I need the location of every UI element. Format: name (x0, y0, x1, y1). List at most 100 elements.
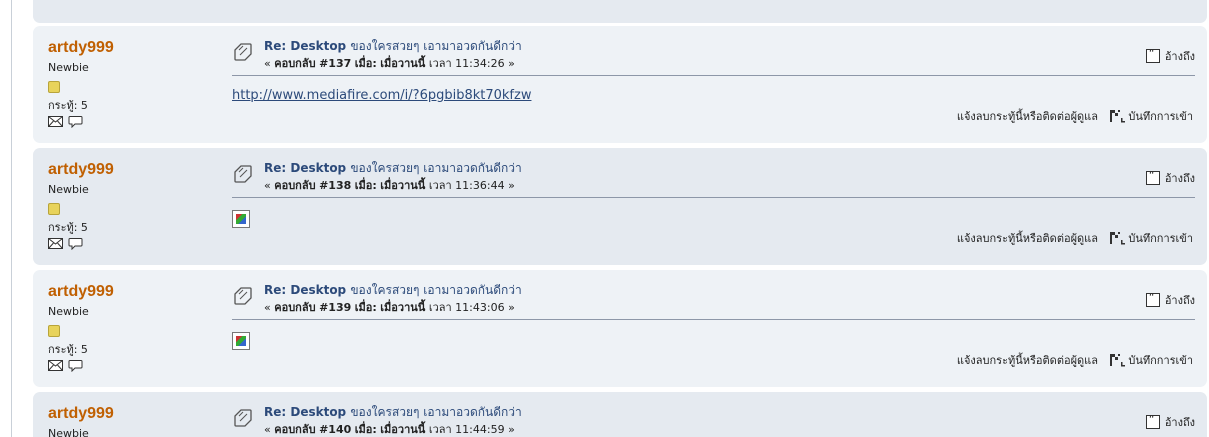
quote-icon (1145, 291, 1160, 307)
subject-en: Re: Desktop (264, 283, 347, 297)
when-label: เมื่อ: (354, 301, 377, 314)
post-meta: « คอบกลับ #138 เมื่อ: เมื่อวานนี้ เวลา 1… (264, 179, 515, 192)
time-prefix: เวลา (428, 179, 452, 192)
post-meta: « คอบกลับ #139 เมื่อ: เมื่อวานนี้ เวลา 1… (264, 301, 515, 314)
post-meta: « คอบกลับ #140 เมื่อ: เมื่อวานนี้ เวลา 1… (264, 423, 515, 436)
forum-post: artdy999 Newbie กระทู้: 5 Re: Desktop ขอ… (33, 148, 1207, 265)
when-label: เมื่อ: (354, 57, 377, 70)
poster-post-count: กระทู้: 5 (48, 99, 88, 112)
rank-star-icon (48, 325, 60, 337)
quote-label: อ้างถึง (1164, 50, 1195, 63)
reply-number[interactable]: #137 (319, 57, 351, 70)
rank-star-icon (48, 203, 60, 215)
when-label: เมื่อ: (354, 179, 377, 192)
post-time: 11:36:44 (455, 179, 505, 192)
previous-post-tail (33, 0, 1207, 23)
quote-label: อ้างถึง (1164, 172, 1195, 185)
poster-post-count: กระทู้: 5 (48, 343, 88, 356)
poster-info: artdy999 Newbie (48, 404, 198, 437)
ip-log-icon (1110, 110, 1126, 123)
post-time: 11:34:26 (455, 57, 505, 70)
ip-log-icon (1110, 232, 1126, 245)
rank-star-icon (48, 81, 60, 93)
broken-image-icon[interactable] (232, 332, 250, 350)
subject-th: ของใครสวยๆ เอามาอวดกันดีกว่า (350, 39, 522, 53)
subject-th: ของใครสวยๆ เอามาอวดกันดีกว่า (350, 283, 522, 297)
logged-ip-label: บันทึกการเข้า (1128, 110, 1193, 123)
reply-label: คอบกลับ (274, 301, 316, 314)
topic-xx-icon (234, 409, 252, 427)
left-border (11, 0, 12, 437)
reply-number[interactable]: #138 (319, 179, 351, 192)
post-body-link[interactable]: http://www.mediafire.com/i/?6pgbib8kt70k… (232, 88, 531, 103)
logged-ip-label: บันทึกการเข้า (1128, 232, 1193, 245)
quote-icon (1145, 413, 1160, 429)
post-divider (232, 197, 1195, 198)
reply-label: คอบกลับ (274, 179, 316, 192)
quote-button[interactable]: อ้างถึง (1145, 47, 1195, 65)
logged-ip[interactable]: บันทึกการเข้า (1109, 229, 1193, 247)
reply-label: คอบกลับ (274, 423, 316, 436)
when-value: เมื่อวานนี้ (380, 57, 426, 70)
subject-en: Re: Desktop (264, 161, 347, 175)
poster-rank: Newbie (48, 61, 89, 74)
poster-post-count: กระทู้: 5 (48, 221, 88, 234)
quote-icon (1145, 169, 1160, 185)
personal-message-icon[interactable] (68, 237, 83, 250)
quote-label: อ้างถึง (1164, 294, 1195, 307)
poster-rank: Newbie (48, 427, 89, 437)
report-to-moderator-link[interactable]: แจ้งลบกระทู้นี้หรือติดต่อผู้ดูแล (957, 229, 1098, 247)
email-icon[interactable] (48, 359, 63, 372)
poster-contact-icons (48, 237, 198, 250)
post-divider (232, 319, 1195, 320)
subject-en: Re: Desktop (264, 39, 347, 53)
quote-label: อ้างถึง (1164, 416, 1195, 429)
forum-post: artdy999 Newbie กระทู้: 5 Re: Desktop ขอ… (33, 270, 1207, 387)
poster-rank: Newbie (48, 183, 89, 196)
post-meta: « คอบกลับ #137 เมื่อ: เมื่อวานนี้ เวลา 1… (264, 57, 515, 70)
subject-th: ของใครสวยๆ เอามาอวดกันดีกว่า (350, 161, 522, 175)
time-prefix: เวลา (428, 301, 452, 314)
poster-contact-icons (48, 115, 198, 128)
poster-info: artdy999 Newbie กระทู้: 5 (48, 38, 198, 128)
ip-log-icon (1110, 354, 1126, 367)
when-value: เมื่อวานนี้ (380, 301, 426, 314)
poster-name[interactable]: artdy999 (48, 160, 198, 179)
logged-ip-label: บันทึกการเข้า (1128, 354, 1193, 367)
forum-thread: artdy999 Newbie กระทู้: 5 Re: Desktop ขอ… (0, 0, 1209, 437)
reply-number[interactable]: #140 (319, 423, 351, 436)
poster-name[interactable]: artdy999 (48, 282, 198, 301)
time-prefix: เวลา (428, 57, 452, 70)
topic-xx-icon (234, 287, 252, 305)
forum-post: artdy999 Newbie Re: Desktop ของใครสวยๆ เ… (33, 392, 1207, 437)
quote-icon (1145, 47, 1160, 63)
quote-button[interactable]: อ้างถึง (1145, 413, 1195, 431)
post-time: 11:43:06 (455, 301, 505, 314)
time-prefix: เวลา (428, 423, 452, 436)
report-to-moderator-link[interactable]: แจ้งลบกระทู้นี้หรือติดต่อผู้ดูแล (957, 351, 1098, 369)
broken-image-icon[interactable] (232, 210, 250, 228)
personal-message-icon[interactable] (68, 359, 83, 372)
poster-info: artdy999 Newbie กระทู้: 5 (48, 160, 198, 250)
personal-message-icon[interactable] (68, 115, 83, 128)
poster-name[interactable]: artdy999 (48, 404, 198, 423)
when-label: เมื่อ: (354, 423, 377, 436)
when-value: เมื่อวานนี้ (380, 423, 426, 436)
logged-ip[interactable]: บันทึกการเข้า (1109, 351, 1193, 369)
topic-xx-icon (234, 165, 252, 183)
reply-number[interactable]: #139 (319, 301, 351, 314)
poster-contact-icons (48, 359, 198, 372)
logged-ip[interactable]: บันทึกการเข้า (1109, 107, 1193, 125)
report-to-moderator-link[interactable]: แจ้งลบกระทู้นี้หรือติดต่อผู้ดูแล (957, 107, 1098, 125)
forum-post: artdy999 Newbie กระทู้: 5 Re: Desktop ขอ… (33, 26, 1207, 143)
subject-en: Re: Desktop (264, 405, 347, 419)
email-icon[interactable] (48, 115, 63, 128)
quote-button[interactable]: อ้างถึง (1145, 291, 1195, 309)
topic-xx-icon (234, 43, 252, 61)
when-value: เมื่อวานนี้ (380, 179, 426, 192)
quote-button[interactable]: อ้างถึง (1145, 169, 1195, 187)
poster-name[interactable]: artdy999 (48, 38, 198, 57)
post-divider (232, 75, 1195, 76)
poster-info: artdy999 Newbie กระทู้: 5 (48, 282, 198, 372)
email-icon[interactable] (48, 237, 63, 250)
